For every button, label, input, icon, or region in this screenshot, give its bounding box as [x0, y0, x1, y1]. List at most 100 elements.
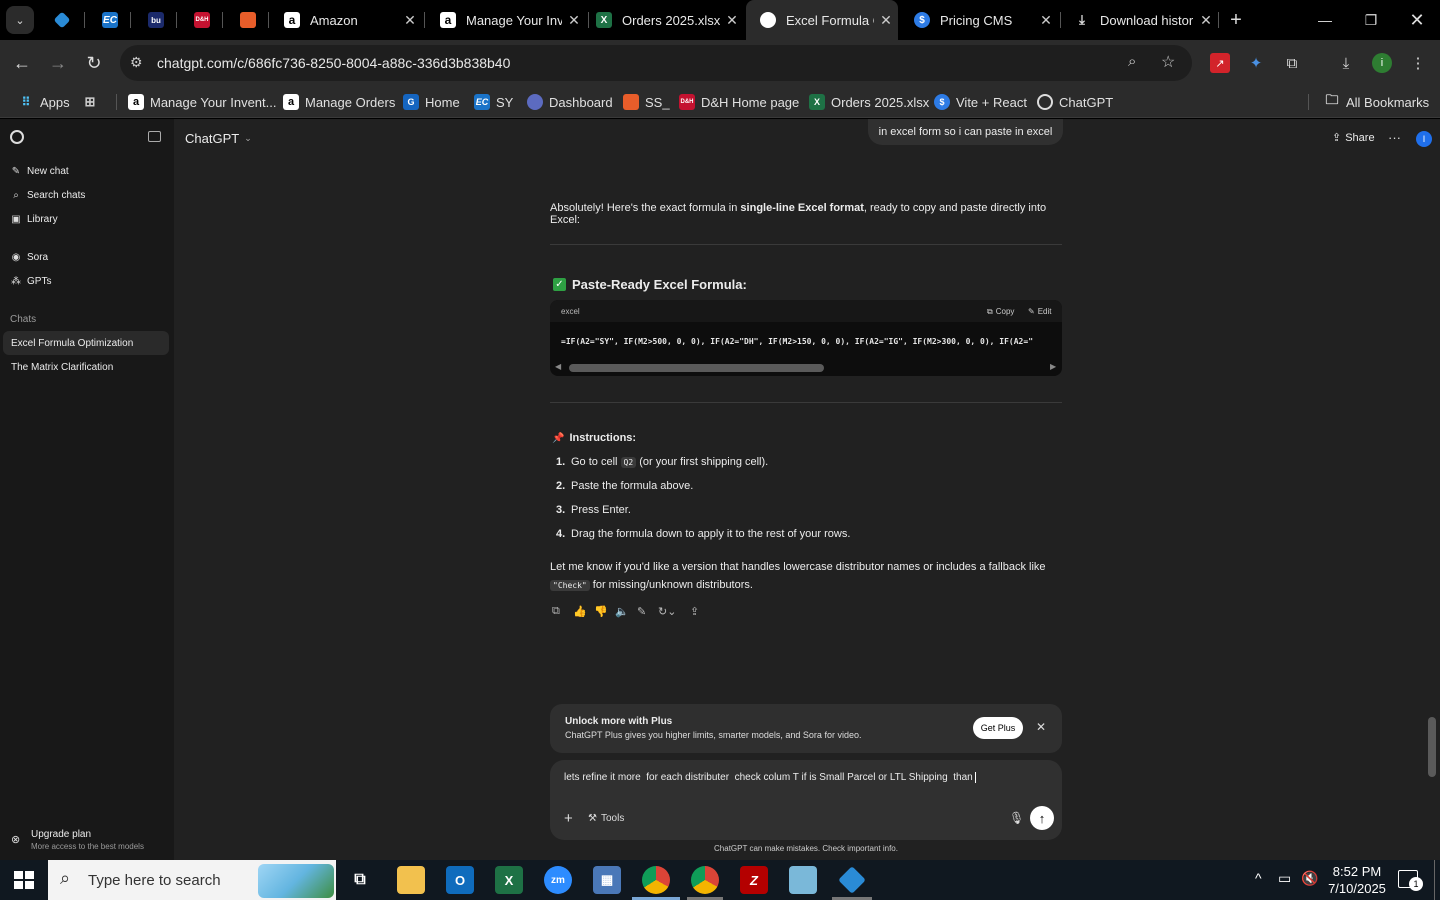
filezilla-icon[interactable]: Z [740, 866, 768, 894]
network-icon[interactable]: ▭ [1278, 870, 1291, 887]
tab-search-button[interactable]: ⌄ [6, 6, 34, 34]
chrome-profile-icon[interactable] [691, 866, 719, 894]
bookmark-manage-orders[interactable]: a Manage Orders [283, 92, 395, 112]
close-icon[interactable]: ✕ [720, 12, 744, 29]
all-bookmarks[interactable]: 🗀 All Bookmarks [1324, 92, 1429, 112]
bookmark-chatgpt[interactable]: ChatGPT [1037, 92, 1113, 112]
share-button[interactable]: ⇪ Share [1332, 131, 1375, 145]
pdf-extension-icon[interactable]: ↗ [1210, 53, 1230, 73]
bookmark-dh-home[interactable]: D&H D&H Home page [679, 92, 799, 112]
close-icon[interactable]: ✕ [874, 12, 898, 29]
calculator-icon[interactable]: ▦ [593, 866, 621, 894]
close-window-button[interactable]: ✕ [1394, 0, 1440, 40]
address-bar[interactable]: ⚙ chatgpt.com/c/686fc736-8250-8004-a88c-… [120, 45, 1192, 81]
scroll-left-icon[interactable]: ◀ [555, 362, 561, 371]
edit-canvas-icon[interactable]: ✎ [637, 605, 646, 618]
new-chat-button[interactable]: ✎ New chat [10, 166, 69, 177]
copy-message-icon[interactable]: ⧉ [552, 605, 560, 618]
excel-app-icon[interactable]: X [495, 866, 523, 894]
library-button[interactable]: ▣ Library [10, 214, 57, 225]
windows-start-icon[interactable] [14, 871, 34, 889]
sora-button[interactable]: ◉ Sora [10, 252, 49, 263]
share-message-icon[interactable]: ⇪ [690, 605, 699, 618]
restore-button[interactable]: ❐ [1348, 0, 1394, 40]
file-explorer-icon[interactable] [397, 866, 425, 894]
thumbs-down-icon[interactable]: 👎 [594, 605, 608, 618]
tab-pinned-2[interactable]: EC [88, 0, 128, 40]
minimize-button[interactable]: — [1302, 0, 1348, 40]
openai-logo-icon[interactable] [10, 130, 24, 144]
tools-button[interactable]: ⚒ Tools [588, 813, 624, 824]
tab-pinned-4[interactable]: D&H [180, 0, 220, 40]
new-tab-button[interactable]: + [1222, 6, 1250, 34]
tab-download-history[interactable]: ⤓ Download histor ✕ [1060, 0, 1218, 40]
tab-pinned-5[interactable] [226, 0, 266, 40]
gpts-button[interactable]: ⁂ GPTs [10, 276, 51, 287]
get-plus-button[interactable]: Get Plus [973, 717, 1023, 739]
bookmark-dashboard[interactable]: Dashboard [527, 92, 613, 112]
close-icon[interactable]: ✕ [1194, 12, 1218, 29]
notifications-icon[interactable]: 1 [1398, 870, 1423, 891]
extensions-puzzle-icon[interactable]: ⧉ [1282, 53, 1302, 73]
bookmark-home[interactable]: G Home [403, 92, 460, 112]
close-sidebar-icon[interactable] [148, 131, 161, 142]
bookmark-sy[interactable]: EC SY [474, 92, 513, 112]
close-icon[interactable]: ✕ [1034, 12, 1058, 29]
tab-pinned-1[interactable] [42, 0, 82, 40]
send-button[interactable]: ↑ [1030, 806, 1054, 830]
thumbs-up-icon[interactable]: 👍 [573, 605, 587, 618]
tab-pinned-3[interactable]: bu [134, 0, 174, 40]
chat-item-excel-formula[interactable]: Excel Formula Optimization [3, 331, 169, 355]
profile-avatar[interactable]: i [1372, 53, 1392, 73]
code-horizontal-scrollbar[interactable]: ◀ ▶ [550, 360, 1062, 376]
bookmark-apps[interactable]: ⠿ Apps [18, 92, 70, 112]
task-view-icon[interactable]: ⧉ [346, 866, 374, 894]
model-selector[interactable]: ChatGPT ⌄ [185, 131, 252, 146]
microphone-icon[interactable]: 🎙 [1009, 811, 1024, 825]
tab-pricing-cms[interactable]: $ Pricing CMS ✕ [900, 0, 1058, 40]
tab-orders-xlsx[interactable]: X Orders 2025.xlsx ✕ [582, 0, 744, 40]
edit-code-button[interactable]: ✎ Edit [1028, 307, 1052, 316]
bookmark-grid[interactable]: ⊞ [82, 92, 104, 112]
clock[interactable]: 8:52 PM 7/10/2025 [1322, 864, 1392, 896]
forward-button[interactable]: → [44, 49, 72, 77]
show-hidden-icons-icon[interactable]: ^ [1255, 870, 1262, 886]
scrollbar-thumb[interactable] [569, 364, 824, 372]
reload-button[interactable]: ↻ [80, 49, 108, 77]
downloads-icon[interactable]: ⤓ [1336, 53, 1356, 73]
more-options-icon[interactable]: ··· [1388, 130, 1401, 145]
chat-item-matrix[interactable]: The Matrix Clarification [3, 355, 169, 379]
tab-manage-inventory[interactable]: a Manage Your Inv ✕ [426, 0, 586, 40]
chrome-icon[interactable] [642, 866, 670, 894]
notepad-icon[interactable] [789, 866, 817, 894]
back-button[interactable]: ← [8, 49, 36, 77]
page-scrollbar[interactable] [1428, 127, 1436, 860]
diamond-app-icon[interactable] [838, 866, 866, 894]
scroll-right-icon[interactable]: ▶ [1050, 362, 1056, 371]
regenerate-icon[interactable]: ↻⌄ [658, 605, 676, 618]
upgrade-plan-button[interactable]: ⊗ Upgrade plan More access to the best m… [0, 824, 174, 860]
tab-amazon[interactable]: a Amazon ✕ [270, 0, 422, 40]
close-icon[interactable]: ✕ [398, 12, 422, 29]
bookmark-ss[interactable]: SS_ [623, 92, 670, 112]
taskbar-search[interactable]: ⌕ Type here to search [48, 860, 336, 900]
attach-plus-icon[interactable]: + [564, 810, 573, 827]
scrollbar-thumb[interactable] [1428, 717, 1436, 777]
browser-menu-icon[interactable]: ⋮ [1408, 53, 1428, 73]
site-info-icon[interactable]: ⚙ [130, 54, 143, 71]
close-icon[interactable]: ✕ [1036, 720, 1046, 734]
bookmark-star-icon[interactable]: ☆ [1161, 52, 1175, 72]
zoom-app-icon[interactable]: zm [544, 866, 572, 894]
message-composer[interactable]: lets refine it more for each distributer… [550, 760, 1062, 840]
bookmark-orders-xlsx[interactable]: X Orders 2025.xlsx [809, 92, 929, 112]
zoom-icon[interactable]: ⌕ [1128, 53, 1136, 70]
volume-muted-icon[interactable]: 🔇 [1301, 870, 1318, 887]
bookmark-manage-inventory[interactable]: a Manage Your Invent... [128, 92, 276, 112]
copy-code-button[interactable]: ⧉ Copy [987, 307, 1014, 317]
search-chats-button[interactable]: ⌕ Search chats [10, 190, 85, 201]
bookmark-vite-react[interactable]: $ Vite + React [934, 92, 1027, 112]
tab-excel-formula[interactable]: Excel Formula O ✕ [746, 0, 898, 40]
outlook-icon[interactable]: O [446, 866, 474, 894]
composer-input[interactable]: lets refine it more for each distributer… [564, 772, 977, 783]
show-desktop-button[interactable] [1434, 860, 1435, 900]
